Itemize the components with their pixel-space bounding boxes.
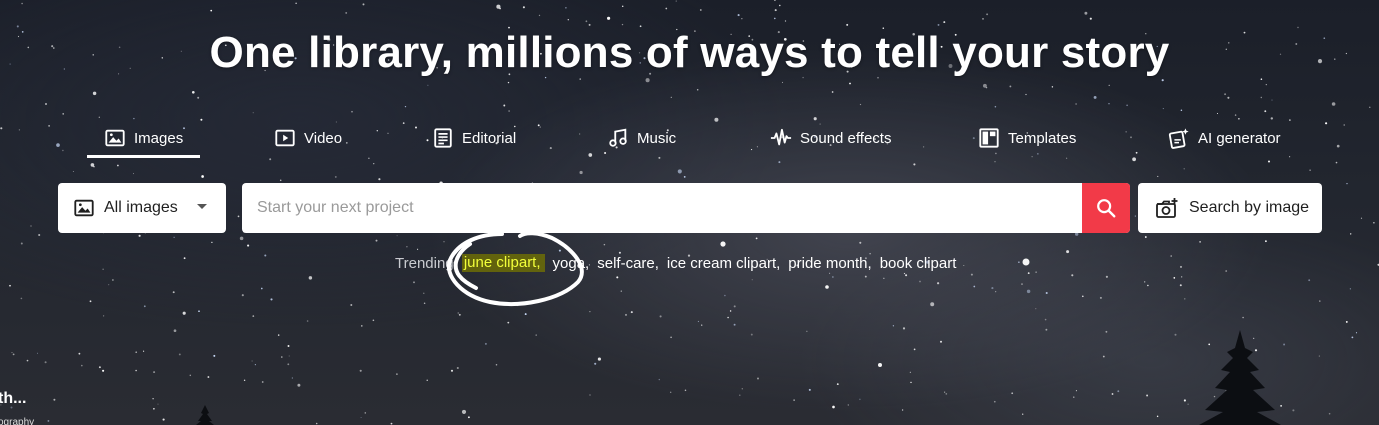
camera-plus-icon	[1156, 198, 1178, 218]
tab-templates-label: Templates	[1008, 129, 1077, 147]
trending-term[interactable]: june clipart,	[461, 254, 545, 272]
search-input[interactable]	[242, 183, 1082, 233]
small-tree-silhouette	[196, 405, 214, 425]
waveform-icon	[770, 128, 792, 146]
partial-card-title: th...	[0, 390, 27, 407]
tab-editorial-label: Editorial	[462, 129, 517, 147]
trending-term[interactable]: yoga,	[553, 255, 590, 272]
search-icon	[1097, 199, 1116, 218]
search-by-image-label: Search by image	[1189, 199, 1310, 216]
editorial-icon	[434, 128, 452, 148]
tab-video-label: Video	[304, 129, 343, 147]
tab-editorial[interactable]: Editorial	[432, 118, 516, 158]
search-bar	[242, 183, 1130, 233]
trending-label: Trending:	[395, 254, 458, 272]
page-headline: One library, millions of ways to tell yo…	[209, 28, 1170, 77]
trending-term[interactable]: ice cream clipart,	[667, 255, 780, 272]
templates-icon	[979, 128, 999, 148]
caret-down-icon	[197, 204, 207, 209]
partial-card-subtitle: ography	[0, 417, 35, 425]
media-type-tabs: Images Video Editorial Music Sound effec…	[0, 118, 1379, 160]
trending-term[interactable]: pride month,	[788, 255, 871, 272]
search-button[interactable]	[1082, 183, 1130, 233]
pine-tree-silhouette	[1199, 330, 1281, 425]
tab-images-label: Images	[134, 129, 184, 147]
tab-ai-generator-label: AI generator	[1198, 129, 1281, 147]
media-type-dropdown[interactable]: All images	[58, 183, 226, 233]
music-note-icon	[609, 128, 627, 147]
search-by-image-button[interactable]: Search by image	[1138, 183, 1322, 233]
trending-term[interactable]: self-care,	[597, 255, 659, 272]
trending-searches: Trending: june clipart, yoga, self-care,…	[395, 253, 964, 273]
tab-sound-effects-label: Sound effects	[800, 129, 892, 147]
tab-images[interactable]: Images	[86, 118, 201, 158]
tab-video[interactable]: Video	[274, 118, 342, 158]
video-icon	[275, 129, 295, 147]
tab-ai-generator[interactable]: AI generator	[1168, 118, 1281, 158]
image-icon	[74, 199, 94, 217]
tab-templates[interactable]: Templates	[978, 118, 1076, 158]
tab-music-label: Music	[637, 129, 677, 147]
tab-music[interactable]: Music	[607, 118, 676, 158]
tab-sound-effects[interactable]: Sound effects	[770, 118, 891, 158]
trending-term[interactable]: book clipart	[880, 255, 957, 272]
image-icon	[105, 129, 125, 147]
media-type-selected: All images	[104, 199, 178, 216]
ai-generator-icon	[1168, 128, 1189, 149]
